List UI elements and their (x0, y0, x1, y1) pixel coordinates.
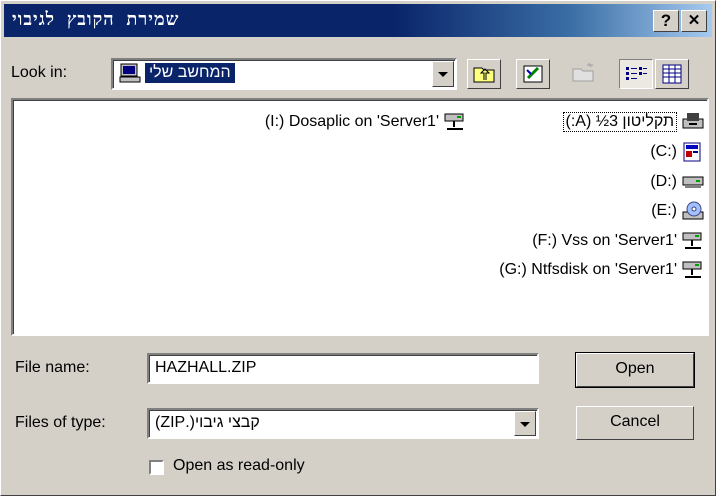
file-list[interactable]: (I:) Dosaplic on 'Server1' תקליטון 3½ (A… (11, 98, 709, 336)
title-bar: שמירת הקובץ לגיבוי ? ✕ (4, 4, 712, 37)
drive-label: (E:) (651, 201, 677, 219)
hard-drive-icon (681, 141, 705, 163)
list-item[interactable]: (C:) (650, 138, 705, 165)
list-item[interactable]: תקליטון 3½ (A:) (562, 108, 706, 135)
window-title: שמירת הקובץ לגיבוי (12, 9, 180, 30)
list-item[interactable]: (G:) Ntfsdisk on 'Server1' (499, 256, 705, 283)
file-type-value: קבצי גיבוי(.ZIP) (155, 414, 260, 431)
up-one-level-button[interactable] (467, 59, 501, 89)
details-view-button[interactable] (655, 59, 689, 89)
look-in-dropdown-button[interactable] (432, 61, 454, 87)
save-dialog: שמירת הקובץ לגיבוי ? ✕ Look in: המחשב של… (0, 0, 716, 496)
file-name-label: File name: (15, 359, 90, 376)
look-in-label: Look in: (11, 64, 68, 81)
cancel-button[interactable]: Cancel (576, 406, 694, 440)
read-only-label: Open as read-only (173, 457, 305, 474)
list-item[interactable]: (I:) Dosaplic on 'Server1' (265, 108, 467, 135)
drive-label: (D:) (650, 172, 677, 190)
file-type-dropdown-button[interactable] (514, 411, 536, 436)
list-item[interactable]: (F:) Vss on 'Server1' (532, 227, 705, 254)
computer-icon (119, 63, 141, 83)
file-name-input[interactable]: HAZHALL.ZIP (147, 353, 539, 384)
file-name-value: HAZHALL.ZIP (155, 359, 257, 376)
list-item[interactable]: (D:) (650, 168, 705, 195)
drive-label: (C:) (650, 142, 677, 160)
read-only-checkbox[interactable] (149, 460, 164, 475)
cd-drive-icon (681, 200, 705, 222)
network-drive-icon (681, 259, 705, 281)
create-new-folder-button[interactable] (516, 59, 550, 89)
drive-label: (G:) Ntfsdisk on 'Server1' (499, 260, 677, 278)
hard-drive-icon (681, 171, 705, 193)
network-drive-icon (443, 111, 467, 133)
file-type-label: Files of type: (15, 414, 106, 431)
file-type-dropdown[interactable]: קבצי גיבוי(.ZIP) (147, 408, 539, 439)
open-button[interactable]: Open (575, 352, 695, 388)
network-drive-icon (681, 230, 705, 252)
drive-label: (F:) Vss on 'Server1' (532, 231, 677, 249)
list-item[interactable]: (E:) (651, 197, 705, 224)
drive-label: תקליטון 3½ (A:) (562, 111, 677, 132)
look-in-value: המחשב שלי (145, 63, 235, 83)
close-button[interactable]: ✕ (681, 10, 707, 32)
list-view-button[interactable] (619, 59, 653, 89)
drive-label: (I:) Dosaplic on 'Server1' (264, 112, 439, 130)
new-folder-icon (567, 59, 601, 89)
look-in-dropdown[interactable]: המחשב שלי (111, 58, 457, 90)
help-button[interactable]: ? (653, 10, 679, 32)
floppy-drive-icon (681, 111, 705, 133)
